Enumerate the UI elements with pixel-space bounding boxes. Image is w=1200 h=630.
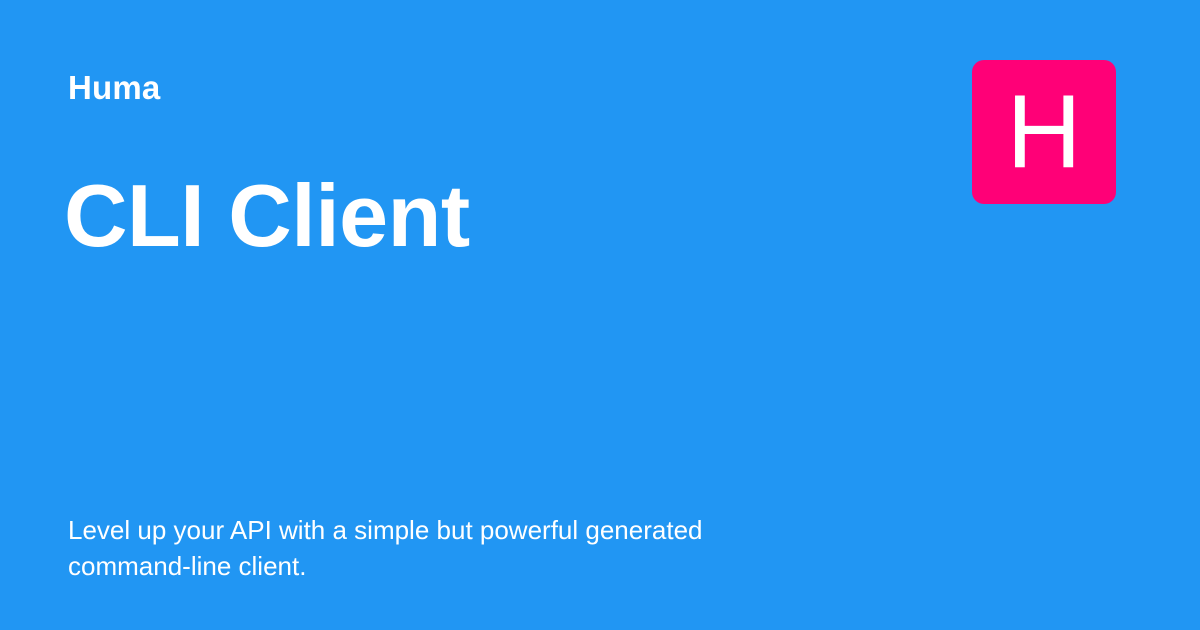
site-name: Huma [68, 69, 161, 106]
logo-letter: H [1006, 74, 1082, 190]
page-title: CLI Client [64, 166, 470, 265]
huma-logo-icon: H [972, 60, 1116, 204]
page-description: Level up your API with a simple but powe… [68, 515, 703, 581]
social-card: Huma CLI Client H Level up your API with… [0, 0, 1200, 630]
